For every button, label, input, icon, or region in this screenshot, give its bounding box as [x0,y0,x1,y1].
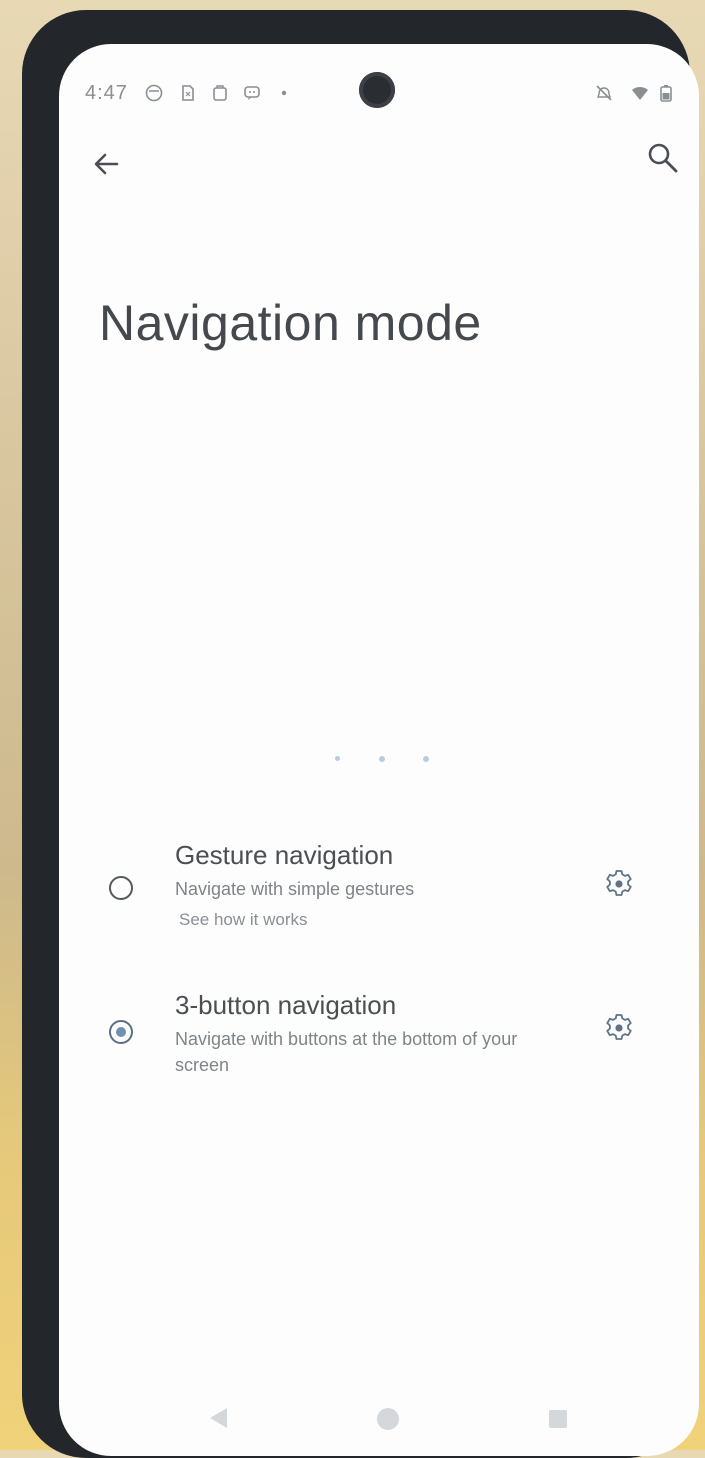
see-how-it-works-link[interactable]: See how it works [179,910,308,930]
nav-home-icon[interactable] [377,1408,399,1430]
system-navigation-bar [59,1386,699,1456]
nav-recents-icon[interactable] [549,1410,567,1428]
clipboard-icon [213,85,227,101]
indicator-dot [379,756,385,762]
option-title: 3-button navigation [175,990,397,1020]
battery-icon [660,85,672,102]
animation-indicator [331,754,431,766]
gear-icon[interactable] [603,868,635,900]
option-subtitle: Navigate with simple gestures [175,879,415,899]
sim-icon [182,85,194,101]
screen: 4:47 Navigation mode Gesture navigation … [59,44,699,1456]
radio-gesture-navigation[interactable] [109,876,133,900]
page-title: Navigation mode [99,295,482,351]
wifi-icon [632,87,648,100]
status-time: 4:47 [85,82,128,104]
indicator-dot [423,756,429,762]
indicator-dot [335,756,340,761]
option-subtitle: Navigate with buttons at the bottom of y… [175,1029,518,1075]
option-title: Gesture navigation [175,840,394,870]
dot-icon [281,90,287,96]
arrow-left-icon[interactable] [87,144,127,184]
option-gesture-navigation[interactable]: Gesture navigation Navigate with simple … [99,834,659,944]
nav-back-icon[interactable] [207,1406,229,1430]
option-3-button-navigation[interactable]: 3-button navigation Navigate with button… [99,984,659,1084]
notification-icon [145,84,163,102]
phone-frame: 4:47 Navigation mode Gesture navigation … [22,10,699,1458]
mute-icon [596,85,612,101]
message-icon [244,86,260,100]
status-bar: 4:47 [59,44,699,134]
gear-icon[interactable] [603,1012,635,1044]
front-camera [359,72,395,108]
radio-3-button-navigation[interactable] [109,1020,133,1044]
search-icon[interactable] [645,140,681,176]
